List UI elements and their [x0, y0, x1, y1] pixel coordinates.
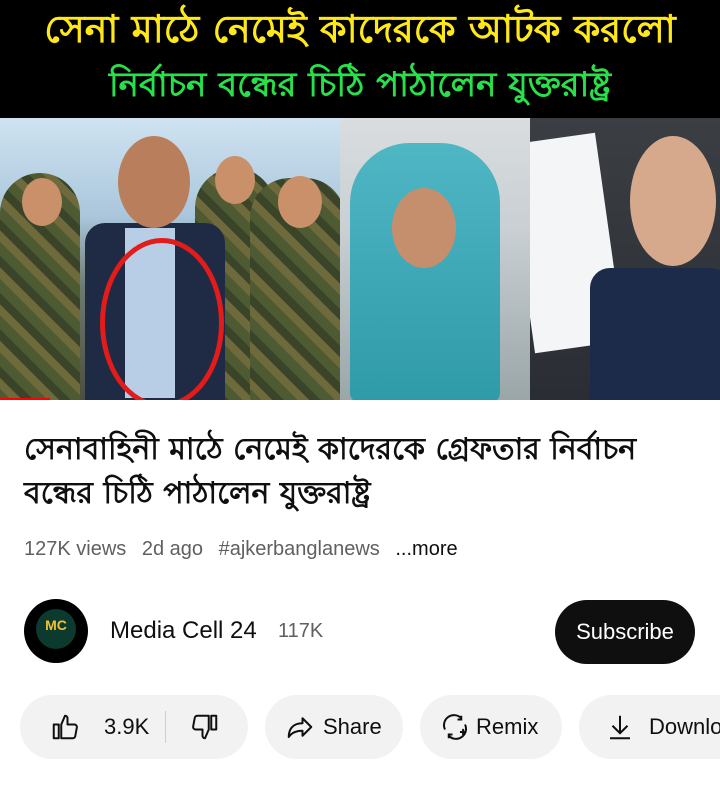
share-arrow-icon	[285, 712, 315, 742]
share-label: Share	[323, 714, 382, 739]
video-meta[interactable]: 127K views 2d ago #ajkerbanglanews ...mo…	[24, 538, 468, 561]
video-title[interactable]: সেনাবাহিনী মাঠে নেমেই কাদেরকে গ্রেফতার ন…	[24, 428, 704, 516]
thumbs-up-icon[interactable]	[50, 712, 80, 742]
subscribe-button[interactable]: Subscribe	[555, 600, 695, 664]
subscriber-count: 117K	[278, 620, 324, 642]
like-count[interactable]: 3.9K	[104, 714, 149, 740]
action-bar: 3.9K Share Remix Download	[0, 695, 720, 759]
download-icon	[605, 712, 635, 742]
video-thumbnail[interactable]: সেনা মাঠে নেমেই কাদেরকে আটক করলো নির্বাচ…	[0, 0, 720, 400]
thumbnail-headline-line1: সেনা মাঠে নেমেই কাদেরকে আটক করলো	[44, 7, 676, 51]
hashtag-link[interactable]: #ajkerbanglanews	[219, 538, 380, 560]
watch-progress-bar	[0, 398, 51, 400]
view-count: 127K views	[24, 538, 127, 560]
remix-label: Remix	[476, 714, 539, 739]
like-divider	[165, 711, 166, 743]
highlight-circle	[100, 238, 224, 400]
thumbs-down-icon[interactable]	[190, 712, 220, 742]
thumbnail-photo-soldiers	[0, 118, 340, 400]
thumbnail-headline-line2: নির্বাচন বন্ধের চিঠি পাঠালেন যুক্তরাষ্ট্…	[108, 65, 612, 105]
thumbnail-photo-right	[530, 118, 720, 400]
download-label: Download	[649, 714, 720, 739]
upload-age: 2d ago	[141, 538, 204, 560]
like-dislike-group: 3.9K	[20, 695, 248, 759]
share-button[interactable]: Share	[265, 695, 403, 759]
remix-button[interactable]: Remix	[420, 695, 562, 759]
remix-icon	[440, 712, 470, 742]
thumbnail-photo-center	[340, 118, 530, 400]
download-button[interactable]: Download	[579, 695, 720, 759]
channel-name[interactable]: Media Cell 24	[110, 617, 257, 645]
thumbnail-banner: সেনা মাঠে নেমেই কাদেরকে আটক করলো নির্বাচ…	[0, 0, 720, 118]
channel-avatar[interactable]: MC	[24, 599, 88, 663]
more-link[interactable]: ...more	[395, 538, 457, 560]
avatar-logo-text: MC	[45, 617, 67, 633]
